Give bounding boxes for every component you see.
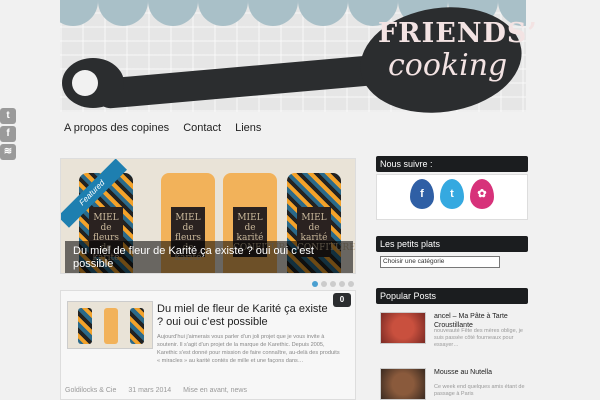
widget-title-follow: Nous suivre : — [376, 156, 528, 172]
slider-dot[interactable] — [321, 281, 327, 287]
logo-text-friends[interactable]: FRIENDS’ — [378, 18, 538, 49]
post-author[interactable]: Goldilocks & Cie — [65, 387, 116, 394]
social-share-bar: t f ≋ — [0, 108, 18, 162]
popular-title[interactable]: Mousse au Nutella — [434, 368, 530, 377]
nav-item-about[interactable]: A propos des copines — [64, 122, 169, 134]
post-date: 31 mars 2014 — [128, 387, 172, 394]
slider-dot[interactable] — [312, 281, 318, 287]
hellocoton-icon[interactable]: ✿ — [470, 179, 494, 209]
slider-dot[interactable] — [330, 281, 336, 287]
widget-title-popular: Popular Posts — [376, 288, 528, 304]
twitter-icon[interactable]: t — [440, 179, 464, 209]
jar-image — [78, 308, 92, 344]
popular-thumbnail[interactable] — [380, 312, 426, 344]
rss-icon[interactable]: ≋ — [0, 144, 16, 160]
post-card: Du miel de fleur de Karité ça existe ? o… — [60, 290, 356, 400]
nav-item-links[interactable]: Liens — [235, 122, 261, 134]
main-nav: A propos des copines Contact Liens — [64, 122, 261, 134]
post-title[interactable]: Du miel de fleur de Karité ça existe ? o… — [157, 303, 333, 329]
popular-desc: Ce week end quelques amis étant de passa… — [434, 384, 525, 397]
list-item[interactable]: Mousse au Nutella Ce week end quelques a… — [376, 364, 528, 400]
list-item[interactable]: ancel – Ma Pâte à Tarte Croustillante no… — [376, 308, 528, 364]
logo-text-cooking[interactable]: cooking — [388, 48, 507, 83]
jar-image — [130, 308, 144, 344]
nav-item-contact[interactable]: Contact — [183, 122, 221, 134]
facebook-icon[interactable]: f — [0, 126, 16, 142]
popular-posts: ancel – Ma Pâte à Tarte Croustillante no… — [376, 308, 528, 400]
slider-pagination — [312, 281, 354, 287]
widget-title-categories: Les petits plats — [376, 236, 528, 252]
follow-widget: f t ✿ — [376, 174, 528, 220]
post-meta: Goldilocks & Cie 31 mars 2014 Mise en av… — [65, 387, 247, 394]
category-select[interactable]: Choisir une catégorie — [380, 256, 500, 268]
post-thumbnail[interactable] — [67, 301, 153, 349]
popular-thumbnail[interactable] — [380, 368, 426, 400]
facebook-icon[interactable]: f — [410, 179, 434, 209]
spoon-hole — [72, 70, 98, 96]
comment-count[interactable]: 0 — [333, 293, 351, 307]
featured-slider[interactable]: MIEL de fleurs de karité MIEL de fleurs … — [60, 158, 356, 274]
twitter-icon[interactable]: t — [0, 108, 16, 124]
post-tags[interactable]: Mise en avant, news — [183, 387, 247, 394]
slider-dot[interactable] — [348, 281, 354, 287]
popular-desc: nouveauté Fête des mères oblige, je suis… — [434, 328, 523, 348]
slide-caption[interactable]: Du miel de fleur de Karité ça existe ? o… — [65, 241, 353, 273]
post-excerpt: Aujourd'hui j'aimerais vous parler d'un … — [157, 334, 340, 364]
jar-image — [104, 308, 118, 344]
slider-dot[interactable] — [339, 281, 345, 287]
